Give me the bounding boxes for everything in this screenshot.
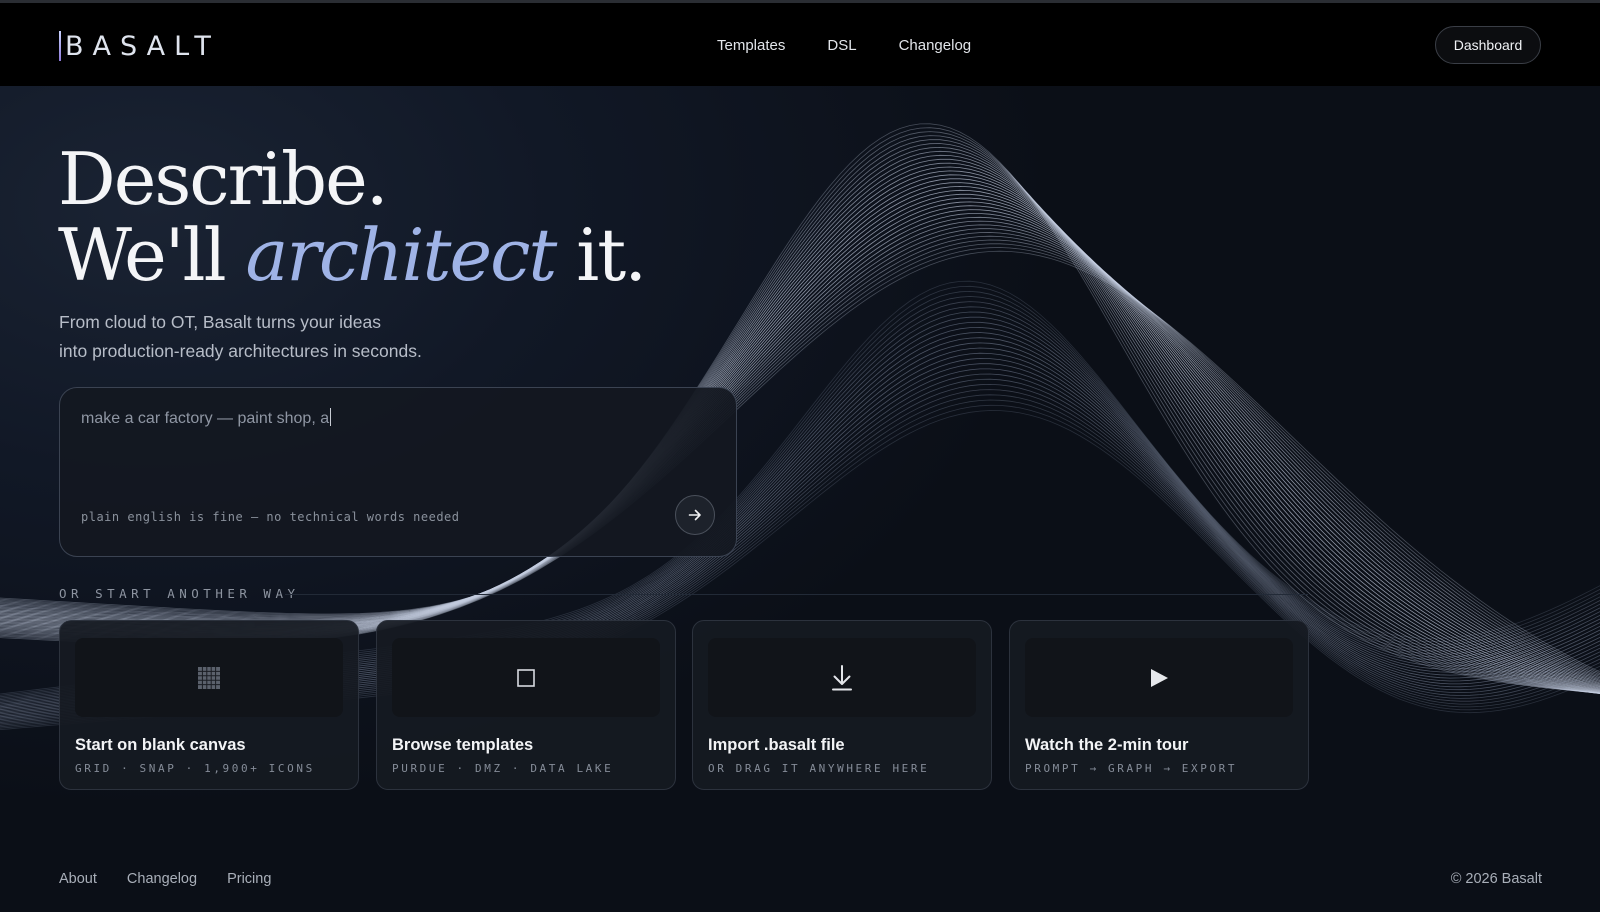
play-icon xyxy=(1151,668,1168,687)
card-title: Watch the 2-min tour xyxy=(1025,736,1189,754)
subtitle-line-1: From cloud to OT, Basalt turns your idea… xyxy=(59,312,381,332)
card-title: Start on blank canvas xyxy=(75,736,246,754)
prompt-text: make a car factory — paint shop, a xyxy=(81,410,330,427)
dashboard-button[interactable]: Dashboard xyxy=(1435,26,1541,64)
headline-line-2: We'll architect it. xyxy=(58,217,647,293)
footer-links: About Changelog Pricing xyxy=(59,871,271,887)
card-thumb xyxy=(708,638,976,717)
top-navbar: BASALT Templates DSL Changelog Dashboard xyxy=(0,3,1600,86)
text-caret xyxy=(330,408,332,426)
prompt-textarea[interactable]: make a car factory — paint shop, a xyxy=(81,408,681,428)
nav-link-templates[interactable]: Templates xyxy=(717,37,785,54)
arrow-right-icon xyxy=(688,509,701,521)
headline-line-2-post: it. xyxy=(555,213,647,297)
card-import-file[interactable]: Import .basalt file OR DRAG IT ANYWHERE … xyxy=(692,620,992,790)
card-thumb xyxy=(1025,638,1293,717)
card-browse-templates[interactable]: Browse templates PURDUE · DMZ · DATA LAK… xyxy=(376,620,676,790)
nav-link-changelog[interactable]: Changelog xyxy=(899,37,972,54)
card-meta: PROMPT → GRAPH → EXPORT xyxy=(1025,762,1238,775)
card-blank-canvas[interactable]: Start on blank canvas GRID · SNAP · 1,90… xyxy=(59,620,359,790)
card-meta: OR DRAG IT ANYWHERE HERE xyxy=(708,762,930,775)
headline-line-1: Describe. xyxy=(58,137,389,221)
footer-link-changelog[interactable]: Changelog xyxy=(127,871,197,887)
copyright: © 2026 Basalt xyxy=(1450,871,1542,887)
submit-prompt-button[interactable] xyxy=(675,495,715,535)
section-divider xyxy=(285,594,1308,595)
card-watch-tour[interactable]: Watch the 2-min tour PROMPT → GRAPH → EX… xyxy=(1009,620,1309,790)
logo-wordmark: BASALT xyxy=(65,30,220,62)
download-icon xyxy=(832,664,852,690)
subtitle-line-2: into production-ready architectures in s… xyxy=(59,341,422,361)
footer-link-pricing[interactable]: Pricing xyxy=(227,871,271,887)
card-thumb xyxy=(75,638,343,717)
prompt-hint: plain english is fine — no technical wor… xyxy=(81,510,460,524)
card-meta: PURDUE · DMZ · DATA LAKE xyxy=(392,762,614,775)
grid-icon xyxy=(198,666,220,689)
card-meta: GRID · SNAP · 1,900+ ICONS xyxy=(75,762,315,775)
section-label-start-another-way: OR START ANOTHER WAY xyxy=(59,586,300,601)
footer-link-about[interactable]: About xyxy=(59,871,97,887)
card-title: Import .basalt file xyxy=(708,736,845,754)
primary-nav: Templates DSL Changelog xyxy=(717,37,971,54)
card-thumb xyxy=(392,638,660,717)
headline-line-2-pre: We'll xyxy=(58,213,246,297)
prompt-box[interactable]: make a car factory — paint shop, a plain… xyxy=(59,387,737,557)
nav-link-dsl[interactable]: DSL xyxy=(827,37,856,54)
headline-emphasis: architect xyxy=(245,213,557,297)
basalt-logo[interactable]: BASALT xyxy=(59,29,220,63)
square-icon xyxy=(517,668,535,687)
card-title: Browse templates xyxy=(392,736,534,754)
logo-bar-mark xyxy=(59,31,61,61)
hero-subtitle: From cloud to OT, Basalt turns your idea… xyxy=(59,308,479,366)
hero-headline: Describe. We'll architect it. xyxy=(58,137,647,293)
